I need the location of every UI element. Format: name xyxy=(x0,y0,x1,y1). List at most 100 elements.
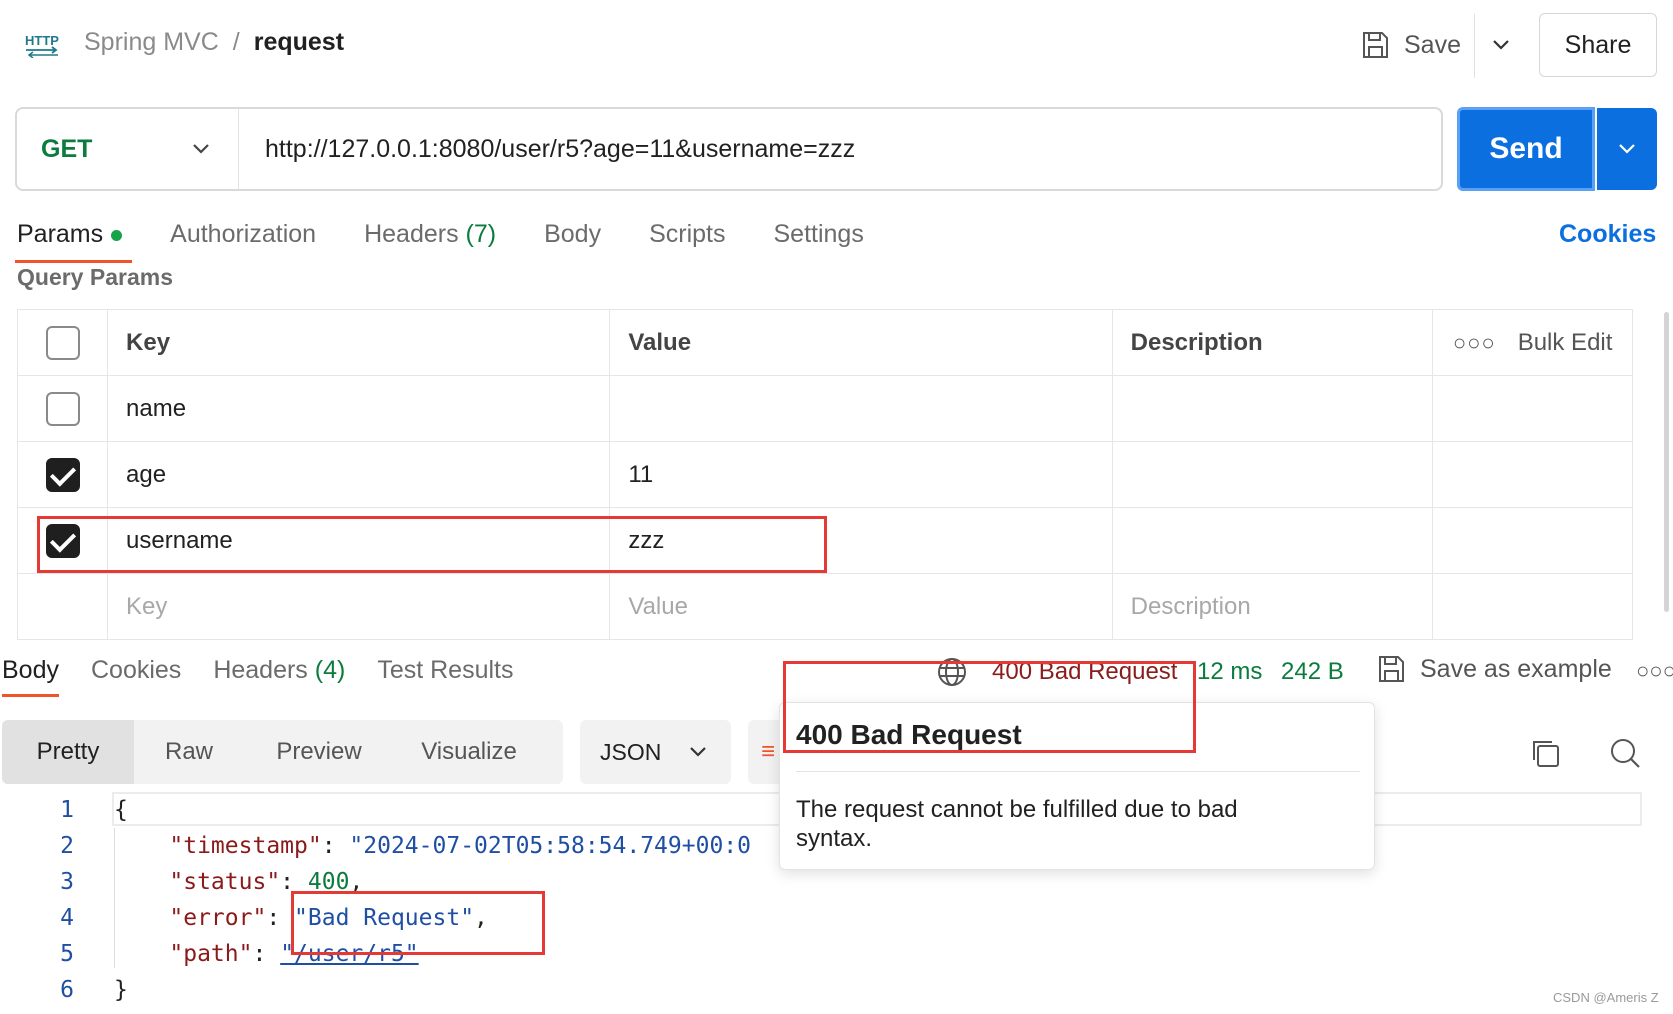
tab-authorization[interactable]: Authorization xyxy=(170,220,316,263)
new-key-input[interactable]: Key xyxy=(107,573,611,640)
save-options-button[interactable] xyxy=(1486,26,1516,64)
line-number: 3 xyxy=(60,869,74,895)
params-active-dot xyxy=(111,229,123,241)
query-params-table: Key Value Description ○○○ Bulk Edit name… xyxy=(16,309,1634,640)
share-button[interactable]: Share xyxy=(1539,13,1657,77)
row-checkbox[interactable] xyxy=(45,391,80,426)
url-bar: GET xyxy=(15,107,1443,191)
breadcrumb-collection[interactable]: Spring MVC xyxy=(84,28,219,57)
table-header-row: Key Value Description ○○○ Bulk Edit xyxy=(16,309,1634,376)
response-tab-headers-count: (4) xyxy=(314,656,346,684)
param-description[interactable] xyxy=(1111,507,1433,574)
table-row: name xyxy=(16,375,1634,442)
line-number: 1 xyxy=(60,797,74,823)
table-row: age 11 xyxy=(16,441,1634,508)
response-tab-body[interactable]: Body xyxy=(2,656,59,697)
tab-headers-count: (7) xyxy=(465,220,497,248)
response-view-tabs: Pretty Raw Preview Visualize xyxy=(2,720,563,784)
view-tab-visualize[interactable]: Visualize xyxy=(394,720,544,784)
save-label: Save xyxy=(1404,30,1461,59)
line-number: 5 xyxy=(60,941,74,967)
save-icon xyxy=(1363,32,1388,58)
send-button[interactable]: Send xyxy=(1457,107,1595,191)
bulk-edit-button[interactable]: ○○○ Bulk Edit xyxy=(1453,329,1632,357)
code-line: "timestamp": "2024-07-02T05:58:54.749+00… xyxy=(169,833,751,859)
search-icon[interactable] xyxy=(1608,736,1642,770)
param-key[interactable]: age xyxy=(107,441,611,508)
path-link[interactable]: "/user/r5" xyxy=(280,941,418,967)
new-description-input[interactable]: Description xyxy=(1111,573,1433,640)
column-header-description: Description xyxy=(1111,309,1433,376)
top-bar: HTTP Spring MVC / request Save Share xyxy=(0,0,1673,90)
select-all-checkbox[interactable] xyxy=(45,325,80,360)
view-tab-pretty[interactable]: Pretty xyxy=(2,720,134,784)
bulk-edit-label: Bulk Edit xyxy=(1517,328,1613,356)
breadcrumb-separator: / xyxy=(232,28,240,56)
request-tabs: Params Authorization Headers (7) Body Sc… xyxy=(14,220,912,263)
query-params-title: Query Params xyxy=(17,264,173,290)
line-number: 2 xyxy=(60,833,74,859)
breadcrumb: Spring MVC / request xyxy=(84,28,344,57)
param-key[interactable]: name xyxy=(107,375,611,442)
more-options-icon[interactable]: ○○○ xyxy=(1453,330,1496,356)
param-key[interactable]: username xyxy=(107,507,611,574)
response-status[interactable]: 400 Bad Request xyxy=(992,658,1177,686)
tooltip-title: 400 Bad Request xyxy=(796,719,1022,750)
chevron-down-icon xyxy=(1493,40,1509,50)
response-time[interactable]: 12 ms xyxy=(1197,658,1262,686)
param-value[interactable]: 11 xyxy=(609,441,1113,508)
tab-headers-label: Headers xyxy=(364,220,459,248)
response-tabs: Body Cookies Headers (4) Test Results xyxy=(2,656,546,697)
new-param-row: Key Value Description xyxy=(16,573,1634,640)
save-button[interactable]: Save xyxy=(1360,24,1461,66)
row-checkbox[interactable] xyxy=(45,457,80,492)
save-as-example-label: Save as example xyxy=(1420,654,1612,683)
copy-icon[interactable] xyxy=(1528,736,1562,770)
tab-settings[interactable]: Settings xyxy=(773,220,863,263)
url-input[interactable] xyxy=(239,109,1441,189)
chevron-down-icon xyxy=(1619,144,1635,154)
format-select[interactable]: JSON xyxy=(580,720,731,784)
save-as-example-button[interactable]: Save as example xyxy=(1376,654,1612,684)
param-description[interactable] xyxy=(1111,375,1433,442)
globe-icon[interactable] xyxy=(936,656,968,688)
view-tab-raw[interactable]: Raw xyxy=(134,720,244,784)
more-options-icon[interactable]: ○○○ xyxy=(1636,658,1673,684)
save-icon xyxy=(1379,656,1404,682)
method-label: GET xyxy=(41,134,93,163)
request-title[interactable]: request xyxy=(254,28,344,57)
tooltip-description: The request cannot be fulfilled due to b… xyxy=(796,796,1238,852)
tab-params[interactable]: Params xyxy=(14,220,133,263)
tab-headers[interactable]: Headers (7) xyxy=(364,220,496,263)
response-tab-test-results[interactable]: Test Results xyxy=(377,656,513,697)
param-description[interactable] xyxy=(1111,441,1433,508)
response-tab-cookies[interactable]: Cookies xyxy=(91,656,181,697)
response-tab-headers-label: Headers xyxy=(213,656,308,684)
new-value-input[interactable]: Value xyxy=(609,573,1113,640)
tab-scripts[interactable]: Scripts xyxy=(649,220,725,263)
chevron-down-icon xyxy=(690,747,706,757)
tooltip-divider xyxy=(796,771,1360,772)
code-line: "path": "/user/r5" xyxy=(169,941,419,967)
tab-body[interactable]: Body xyxy=(544,220,601,263)
response-size[interactable]: 242 B xyxy=(1281,658,1344,686)
send-options-button[interactable] xyxy=(1597,108,1657,190)
column-header-value: Value xyxy=(609,309,1113,376)
status-tooltip: 400 Bad Request The request cannot be fu… xyxy=(779,702,1375,870)
code-line: { xyxy=(114,797,128,823)
line-number: 6 xyxy=(60,977,74,1003)
view-tab-preview[interactable]: Preview xyxy=(244,720,394,784)
param-value[interactable] xyxy=(609,375,1113,442)
save-divider xyxy=(1474,14,1475,78)
method-select[interactable]: GET xyxy=(17,109,239,189)
response-tab-headers[interactable]: Headers (4) xyxy=(213,656,345,697)
column-header-key: Key xyxy=(107,309,611,376)
scrollbar[interactable] xyxy=(1664,312,1669,612)
table-row: username zzz xyxy=(16,507,1634,574)
tab-params-label: Params xyxy=(17,220,104,248)
code-line: "status": 400, xyxy=(169,869,364,895)
param-value[interactable]: zzz xyxy=(609,507,1113,574)
cookies-link[interactable]: Cookies xyxy=(1559,220,1656,249)
row-checkbox[interactable] xyxy=(45,523,80,558)
code-line: "error": "Bad Request", xyxy=(169,905,488,931)
